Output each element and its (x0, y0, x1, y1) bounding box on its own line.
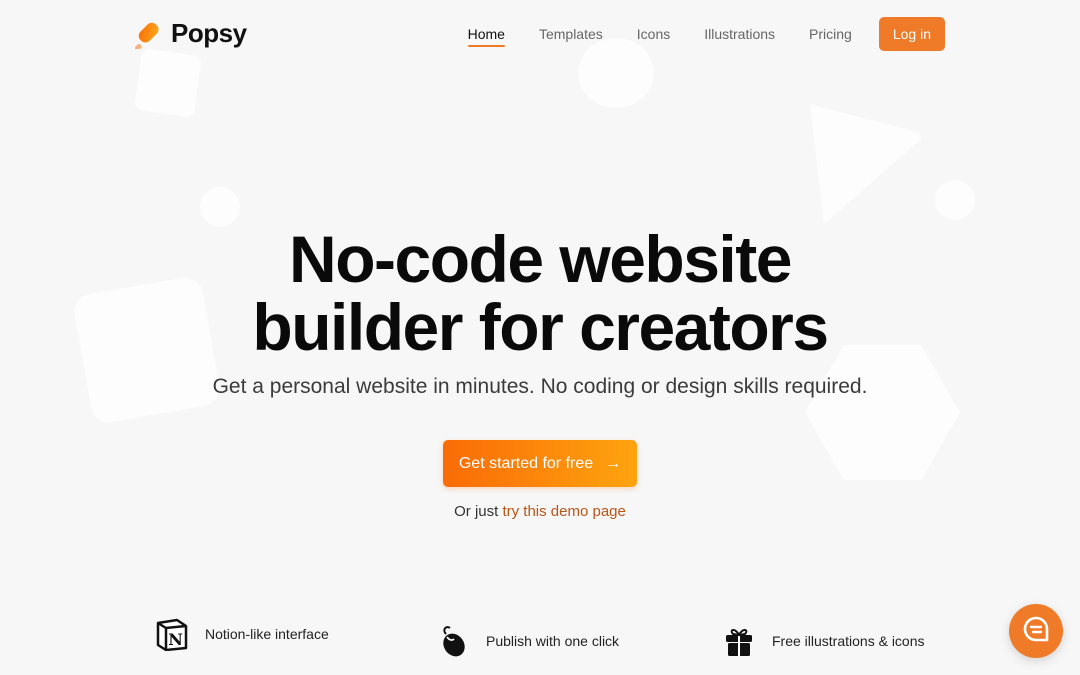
popsicle-icon (134, 19, 165, 52)
feature-item: Free illustrations & icons (722, 624, 925, 658)
features-row: N Notion-like interface Publish with one… (0, 612, 1080, 662)
get-started-label: Get started for free (458, 454, 594, 472)
nav-templates[interactable]: Templates (539, 17, 603, 51)
notion-icon: N (155, 617, 189, 651)
site-header: Popsy Home Templates Icons Illustrations… (0, 0, 1080, 68)
feature-item: N Notion-like interface (155, 617, 329, 651)
demo-line: Or just try this demo page (0, 503, 1080, 520)
brand-name: Popsy (171, 18, 247, 48)
gift-icon (722, 624, 756, 658)
chat-launcher-button[interactable] (1009, 604, 1063, 658)
background-shape (935, 180, 975, 220)
hero-title-line-1: No-code website (289, 222, 792, 296)
hero-title-line-2: builder for creators (252, 290, 829, 364)
logo[interactable]: Popsy (134, 18, 247, 52)
background-shape (773, 93, 927, 247)
svg-text:N: N (168, 630, 183, 649)
nav-pricing[interactable]: Pricing (809, 17, 852, 51)
feature-label: Free illustrations & icons (772, 633, 925, 649)
nav-illustrations[interactable]: Illustrations (704, 17, 775, 51)
arrow-right-icon: → (605, 454, 622, 472)
hero-title: No-code website builder for creators (0, 225, 1080, 361)
background-shape (200, 187, 240, 227)
demo-prefix: Or just (454, 503, 499, 520)
nav-icons[interactable]: Icons (637, 17, 670, 51)
feature-item: Publish with one click (436, 624, 619, 658)
mouse-click-icon (436, 624, 470, 658)
login-button[interactable]: Log in (878, 17, 945, 51)
main-nav: Home Templates Icons Illustrations Prici… (434, 17, 945, 51)
get-started-button[interactable]: Get started for free → (442, 440, 638, 487)
feature-label: Notion-like interface (205, 626, 329, 642)
hero-subtitle: Get a personal website in minutes. No co… (212, 375, 868, 398)
feature-label: Publish with one click (486, 633, 620, 649)
hero-section: No-code website builder for creators Get… (0, 225, 1080, 520)
chat-bubble-icon (1021, 614, 1051, 649)
demo-page-link[interactable]: try this demo page (502, 503, 625, 520)
nav-home[interactable]: Home (467, 17, 506, 51)
